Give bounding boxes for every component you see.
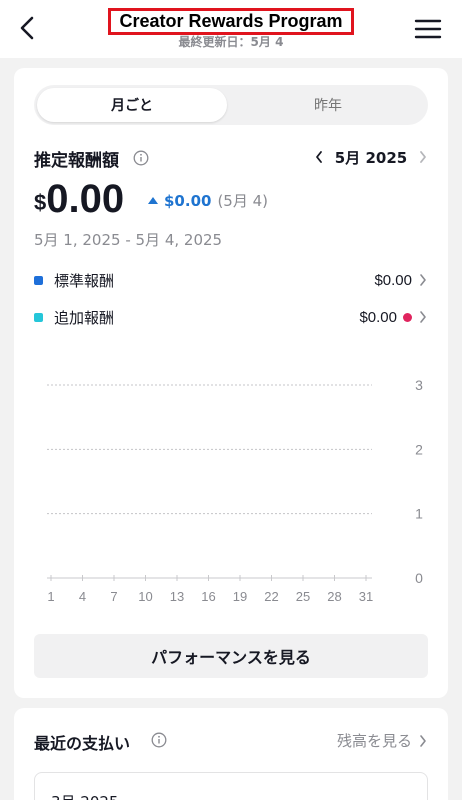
previous-month-chevron-icon[interactable] xyxy=(314,150,324,164)
payment-month: 3月 2025 xyxy=(51,791,119,800)
payment-item[interactable]: 3月 2025 xyxy=(34,772,428,800)
tab-last-year[interactable]: 昨年 xyxy=(231,88,425,122)
chart-x-tick-label: 7 xyxy=(110,589,117,604)
view-balance-link[interactable]: 残高を見る xyxy=(337,730,428,751)
estimated-earnings-title: 推定報酬額 xyxy=(34,151,119,171)
next-month-chevron-icon[interactable] xyxy=(418,150,428,164)
standard-rewards-label: 標準報酬 xyxy=(54,271,115,290)
up-triangle-icon xyxy=(148,197,158,204)
info-icon[interactable] xyxy=(151,732,167,748)
change-date: (5月 4) xyxy=(217,192,269,210)
additional-rewards-swatch xyxy=(34,312,43,322)
chevron-right-icon xyxy=(420,734,426,747)
page-title-highlight: Creator Rewards Program xyxy=(108,8,354,35)
view-performance-button[interactable]: パフォーマンスを見る xyxy=(34,634,428,678)
currency-symbol: $ xyxy=(34,190,47,215)
earnings-chart: 01231 4 7 10 13 16 19 22 25 28 31 xyxy=(47,377,423,604)
hamburger-menu-icon[interactable] xyxy=(414,18,442,40)
chevron-right-icon xyxy=(420,274,426,286)
chart-x-tick-label: 19 xyxy=(233,589,247,604)
recent-payments-title: 最近の支払い xyxy=(34,734,131,753)
view-balance-label: 残高を見る xyxy=(336,732,412,750)
change-value: $0.00 xyxy=(164,191,212,210)
chart-x-tick-label: 25 xyxy=(296,589,310,604)
standard-rewards-row[interactable]: 標準報酬 $0.00 xyxy=(34,269,428,291)
additional-rewards-row[interactable]: 追加報酬 $0.00 xyxy=(34,306,428,328)
earnings-change: $0.00 (5月 4) xyxy=(148,190,268,211)
standard-rewards-value: $0.00 xyxy=(374,271,412,289)
chart-x-tick-label: 22 xyxy=(264,589,278,604)
earnings-amount: $ 0.00 xyxy=(34,176,124,222)
additional-rewards-value: $0.00 xyxy=(359,308,397,326)
chart-y-tick-label: 3 xyxy=(415,377,423,393)
selected-month: 5月 2025 xyxy=(334,148,408,167)
recent-payments-card: 最近の支払い 残高を見る 3月 2025 xyxy=(14,708,448,800)
info-icon[interactable] xyxy=(133,150,149,166)
date-range: 5月 1, 2025 - 5月 4, 2025 xyxy=(34,231,223,249)
chart-y-tick-label: 0 xyxy=(415,570,423,586)
chart-x-tick-label: 13 xyxy=(170,589,184,604)
period-segmented-control: 月ごと 昨年 xyxy=(34,85,428,125)
amount-value: 0.00 xyxy=(46,177,125,221)
chart-x-tick-label: 1 xyxy=(47,589,54,604)
chart-x-tick-label: 16 xyxy=(201,589,215,604)
chart-x-tick-label: 28 xyxy=(327,589,341,604)
chart-x-tick-label: 4 xyxy=(79,589,86,604)
page-title: Creator Rewards Program xyxy=(119,11,343,31)
chevron-right-icon xyxy=(420,311,426,323)
tab-monthly[interactable]: 月ごと xyxy=(37,88,227,122)
chart-x-tick-label: 31 xyxy=(359,589,373,604)
chart-x-tick-label: 10 xyxy=(138,589,152,604)
chart-y-tick-label: 1 xyxy=(415,506,423,522)
notification-dot xyxy=(403,312,412,322)
chart-y-tick-label: 2 xyxy=(415,441,423,457)
month-navigator: 5月 2025 xyxy=(314,146,428,168)
additional-rewards-label: 追加報酬 xyxy=(54,308,115,327)
last-updated-label: 最終更新日：5月 4 xyxy=(178,35,284,49)
top-bar: Creator Rewards Program 最終更新日：5月 4 xyxy=(0,0,462,58)
earnings-card: 月ごと 昨年 推定報酬額 5月 2025 $ 0.00 $0.00 (5月 4)… xyxy=(14,68,448,698)
standard-rewards-swatch xyxy=(34,275,43,285)
